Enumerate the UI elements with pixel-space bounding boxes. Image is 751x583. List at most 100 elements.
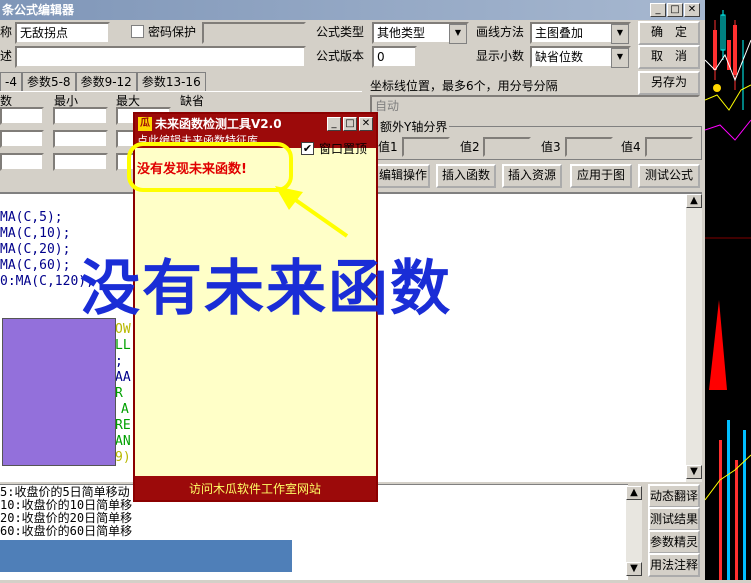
- ma-line: [704, 84, 751, 111]
- window-title: 条公式编辑器: [2, 3, 75, 17]
- window-title-bar: 条公式编辑器: [0, 0, 705, 20]
- volume-bar: [735, 460, 738, 580]
- popup-minimize-button[interactable]: _: [327, 117, 341, 131]
- y-value-label-2: 值2: [460, 140, 480, 154]
- formula-type-label: 公式类型: [316, 25, 365, 39]
- axis-position-input[interactable]: 自动: [370, 95, 700, 115]
- annotation-text: 没有未来函数: [80, 254, 452, 324]
- formula-type-select[interactable]: 其他类型 ▼: [372, 22, 469, 44]
- scroll-up-icon[interactable]: ▲: [626, 486, 642, 500]
- output-line: 60:收盘价的60日简单移: [0, 524, 133, 538]
- code-line: MA(C,10);: [0, 226, 71, 241]
- tab-params-1-4[interactable]: -4: [0, 72, 22, 91]
- code-line: MA(C,20);: [0, 242, 71, 257]
- test-result-button[interactable]: 测试结果: [648, 507, 700, 531]
- scroll-down-icon[interactable]: ▼: [686, 465, 702, 479]
- code-scrollbar[interactable]: [686, 194, 702, 482]
- y-value-input-4[interactable]: [645, 137, 693, 157]
- melon-logo-icon: 瓜: [138, 117, 152, 131]
- param-tabs: -4 参数5-8 参数9-12 参数13-16: [0, 72, 206, 91]
- visit-website-link[interactable]: 访问木瓜软件工作室网站: [189, 480, 321, 497]
- cancel-button[interactable]: 取 消: [638, 45, 700, 69]
- blue-overlay-block: [0, 540, 292, 572]
- save-as-button[interactable]: 另存为: [638, 71, 700, 95]
- draw-method-label: 画线方法: [476, 25, 525, 39]
- red-spike: [709, 300, 727, 390]
- formula-version-label: 公式版本: [316, 49, 365, 63]
- arrow-head-icon: [275, 186, 303, 210]
- stock-chart-strip: [704, 0, 751, 580]
- y-value-input-1[interactable]: [402, 137, 450, 157]
- password-checkbox[interactable]: [131, 25, 144, 38]
- maximize-button[interactable]: □: [667, 3, 683, 17]
- param-cell[interactable]: [0, 107, 44, 125]
- scroll-up-icon[interactable]: ▲: [686, 194, 702, 208]
- desc-input[interactable]: [15, 46, 306, 68]
- axis-hint: 坐标线位置，最多6个，用分号分隔: [370, 79, 558, 93]
- code-line: MA(C,5);: [0, 210, 63, 225]
- popup-title: 未来函数检测工具V2.0: [155, 117, 282, 131]
- code-fragment: LL: [115, 338, 131, 353]
- code-fragment: AN: [115, 434, 131, 449]
- param-cell[interactable]: [0, 153, 44, 171]
- chevron-down-icon: ▼: [449, 24, 467, 44]
- usage-notes-button[interactable]: 用法注释: [648, 553, 700, 577]
- volume-bar: [743, 430, 746, 580]
- tab-params-5-8[interactable]: 参数5-8: [21, 72, 76, 91]
- desc-label: 述: [0, 49, 13, 63]
- param-cell[interactable]: [53, 153, 108, 171]
- dynamic-translate-button[interactable]: 动态翻译: [648, 484, 700, 508]
- scroll-down-icon[interactable]: ▼: [626, 562, 642, 576]
- candlestick-chart: [704, 10, 751, 580]
- insert-function-button[interactable]: 插入函数: [436, 164, 496, 188]
- y-value-label-1: 值1: [378, 140, 398, 154]
- close-button[interactable]: ✕: [684, 3, 700, 17]
- y-value-label-3: 值3: [541, 140, 561, 154]
- apply-to-chart-button[interactable]: 应用于图: [570, 164, 632, 188]
- extra-y-axis-label: 额外Y轴分界: [378, 117, 450, 137]
- code-fragment: A: [121, 402, 129, 417]
- decimals-select[interactable]: 缺省位数 ▼: [530, 46, 631, 68]
- code-line: MA(C,60);: [0, 258, 71, 273]
- name-input[interactable]: 无敌拐点: [15, 22, 110, 44]
- code-fragment: 9): [115, 450, 131, 465]
- code-fragment: AA: [115, 370, 131, 385]
- test-formula-button[interactable]: 测试公式: [638, 164, 700, 188]
- draw-method-select[interactable]: 主图叠加 ▼: [530, 22, 631, 44]
- y-value-input-2[interactable]: [483, 137, 531, 157]
- password-input[interactable]: [202, 22, 306, 44]
- ma-line: [704, 119, 751, 141]
- param-wizard-button[interactable]: 参数精灵: [648, 530, 700, 554]
- candle-body: [713, 30, 717, 70]
- param-cell[interactable]: [53, 107, 108, 125]
- code-fragment: ;: [115, 354, 123, 369]
- tab-params-13-16[interactable]: 参数13-16: [136, 72, 206, 91]
- tab-params-9-12[interactable]: 参数9-12: [75, 72, 137, 91]
- yellow-annotation: [127, 142, 349, 238]
- password-label: 密码保护: [148, 25, 197, 39]
- y-value-label-4: 值4: [621, 140, 641, 154]
- param-cell[interactable]: [53, 130, 108, 148]
- code-fragment: RE: [115, 418, 131, 433]
- insert-resource-button[interactable]: 插入资源: [502, 164, 562, 188]
- param-header-default: 缺省: [180, 94, 205, 108]
- y-value-input-3[interactable]: [565, 137, 613, 157]
- marker-icon: [713, 84, 721, 92]
- param-cell[interactable]: [0, 130, 44, 148]
- decimals-label: 显示小数: [476, 49, 525, 63]
- name-label: 称: [0, 25, 13, 39]
- minimize-button[interactable]: _: [650, 3, 666, 17]
- popup-maximize-button[interactable]: □: [343, 117, 357, 131]
- candle-body: [733, 25, 737, 75]
- chevron-down-icon: ▼: [611, 24, 629, 44]
- edit-ops-button[interactable]: 编辑操作: [376, 164, 430, 188]
- volume-bar: [719, 440, 722, 580]
- chevron-down-icon: ▼: [611, 48, 629, 68]
- highlight-ring: [127, 142, 293, 192]
- formula-version-input[interactable]: 0: [372, 46, 417, 68]
- code-fragment: R: [115, 386, 123, 401]
- popup-close-button[interactable]: ✕: [359, 117, 373, 131]
- purple-overlay-block: [2, 318, 116, 466]
- volume-bar: [727, 420, 730, 580]
- confirm-button[interactable]: 确 定: [638, 21, 700, 45]
